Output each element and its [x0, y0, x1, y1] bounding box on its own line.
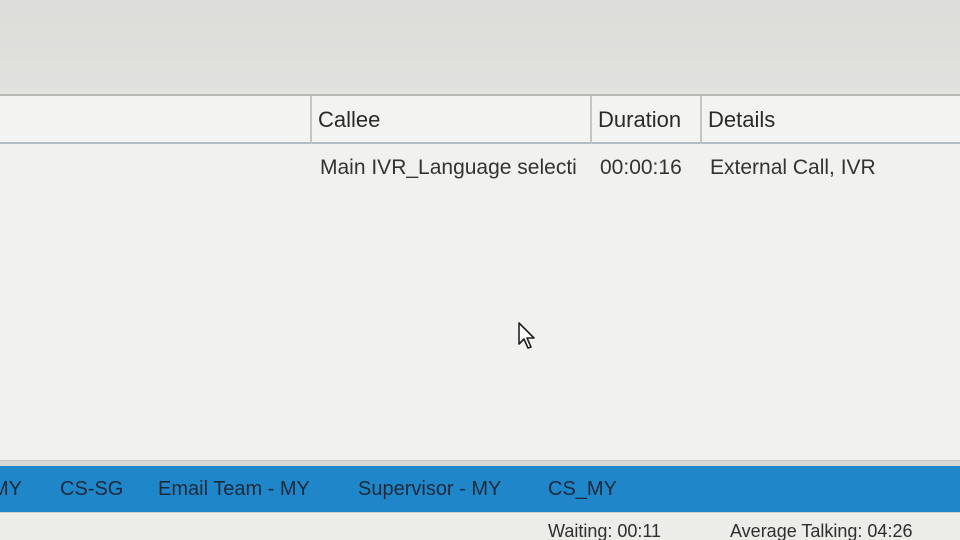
callee-cell: Main IVR_Language selecti: [320, 156, 577, 179]
grid-header: Callee Duration Details: [0, 94, 960, 144]
top-area: [0, 0, 960, 94]
status-bar: Waiting: 00:11 Average Talking: 04:26: [0, 512, 960, 540]
screen: Callee Duration Details Main IVR_Languag…: [0, 0, 960, 540]
tab-supervisor-my[interactable]: Supervisor - MY: [358, 466, 501, 512]
team-tab-bar: MY CS-SG Email Team - MY Supervisor - MY…: [0, 466, 960, 512]
column-header-callee[interactable]: Callee: [310, 96, 590, 144]
column-header-details[interactable]: Details: [700, 96, 960, 144]
column-header-blank[interactable]: [0, 96, 310, 144]
duration-cell: 00:00:16: [600, 156, 682, 179]
call-grid: Callee Duration Details Main IVR_Languag…: [0, 94, 960, 460]
tab-my[interactable]: MY: [0, 466, 22, 512]
column-header-duration[interactable]: Duration: [590, 96, 700, 144]
average-talking-time: Average Talking: 04:26: [730, 521, 913, 540]
tab-cs-my[interactable]: CS_MY: [548, 466, 617, 512]
details-cell: External Call, IVR: [710, 156, 876, 179]
tab-cs-sg[interactable]: CS-SG: [60, 466, 123, 512]
mouse-pointer-icon: [518, 322, 535, 349]
table-row[interactable]: Main IVR_Language selecti 00:00:16 Exter…: [0, 148, 960, 188]
tab-email-team-my[interactable]: Email Team - MY: [158, 466, 310, 512]
waiting-time: Waiting: 00:11: [548, 521, 662, 540]
